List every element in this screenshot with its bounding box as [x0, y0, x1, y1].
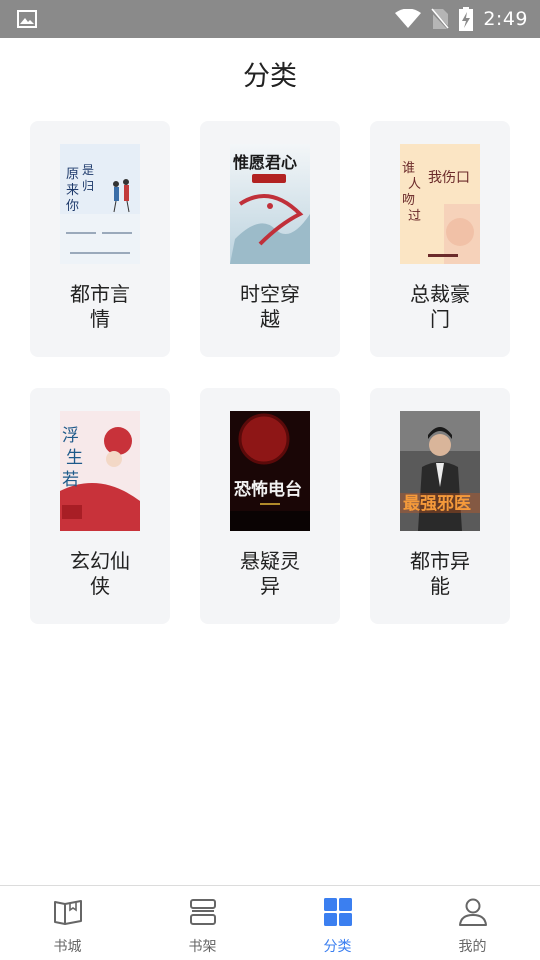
nav-label: 书架 — [188, 939, 217, 955]
wifi-icon — [395, 9, 422, 28]
svg-text:原: 原 — [66, 167, 79, 182]
svg-text:谁: 谁 — [402, 161, 415, 176]
category-card-urban-romance[interactable]: 原 来 你 是 归 都市言情 — [30, 121, 170, 357]
book-cover-image: 惟愿君心 — [230, 144, 310, 264]
book-open-icon — [53, 900, 82, 925]
category-label: 总裁豪门 — [410, 282, 470, 331]
svg-text:生: 生 — [66, 448, 83, 468]
nav-label: 分类 — [323, 939, 352, 955]
header: 分类 — [0, 38, 540, 108]
bookshelf-icon — [189, 899, 216, 925]
bottom-nav: 书城 书架 分类 我的 — [0, 885, 540, 960]
nav-item-bookstore[interactable]: 书城 — [0, 886, 135, 960]
svg-text:若: 若 — [62, 470, 79, 490]
svg-text:人: 人 — [408, 177, 421, 192]
category-card-urban-power[interactable]: 最强邪医 都市异能 — [370, 388, 510, 624]
user-icon — [458, 898, 487, 926]
nav-label: 书城 — [53, 939, 82, 955]
category-grid: 原 来 你 是 归 都市言情 惟愿君心 时空穿越 谁 人 吻 过 我伤口 总裁豪… — [30, 121, 510, 624]
nav-item-profile[interactable]: 我的 — [405, 886, 540, 960]
status-bar: 2:49 — [0, 0, 540, 38]
category-label: 时空穿越 — [240, 282, 300, 331]
book-cover-image: 原 来 你 是 归 — [60, 144, 140, 264]
page-title: 分类 — [243, 60, 297, 92]
svg-text:惟愿君心: 惟愿君心 — [233, 153, 297, 172]
svg-text:过: 过 — [408, 209, 421, 224]
svg-text:我伤口: 我伤口 — [428, 170, 470, 186]
svg-text:你: 你 — [66, 199, 79, 214]
svg-text:是: 是 — [82, 163, 94, 177]
svg-text:吻: 吻 — [402, 193, 415, 208]
category-label: 都市言情 — [70, 282, 130, 331]
battery-charging-icon — [459, 7, 474, 31]
no-sim-icon — [431, 8, 450, 30]
status-time: 2:49 — [483, 8, 528, 30]
category-label: 玄幻仙侠 — [70, 549, 130, 598]
category-card-horror[interactable]: 恐怖电台 悬疑灵异 — [200, 388, 340, 624]
book-cover-image: 谁 人 吻 过 我伤口 — [400, 144, 480, 264]
svg-text:归: 归 — [82, 179, 94, 193]
svg-text:恐怖电台: 恐怖电台 — [234, 479, 302, 500]
image-icon — [17, 10, 37, 28]
svg-text:来: 来 — [66, 183, 79, 198]
category-label: 都市异能 — [410, 549, 470, 598]
category-card-time-travel[interactable]: 惟愿君心 时空穿越 — [200, 121, 340, 357]
category-card-fantasy[interactable]: 浮 生 若 玄幻仙侠 — [30, 388, 170, 624]
book-cover-image: 浮 生 若 — [60, 411, 140, 531]
svg-text:最强邪医: 最强邪医 — [403, 494, 471, 514]
nav-item-category[interactable]: 分类 — [270, 886, 405, 960]
svg-text:浮: 浮 — [62, 426, 79, 446]
category-card-ceo[interactable]: 谁 人 吻 过 我伤口 总裁豪门 — [370, 121, 510, 357]
category-label: 悬疑灵异 — [240, 549, 300, 598]
grid-icon — [323, 898, 352, 926]
book-cover-image: 最强邪医 — [400, 411, 480, 531]
nav-label: 我的 — [458, 939, 487, 955]
nav-item-bookshelf[interactable]: 书架 — [135, 886, 270, 960]
book-cover-image: 恐怖电台 — [230, 411, 310, 531]
